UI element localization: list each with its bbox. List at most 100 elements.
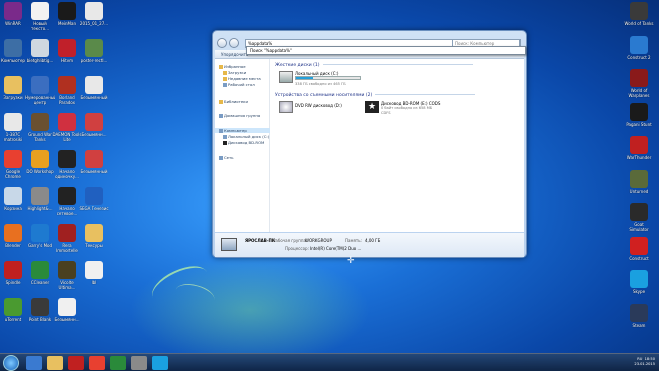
desktop-icon-right-1[interactable]: Construct 2 [624, 35, 654, 60]
desktop-icon-left-33[interactable]: Point Blank [25, 298, 55, 322]
drive-c-free: 338 ГБ свободно из 465 ГБ [295, 82, 346, 86]
desktop-icon-right-0[interactable]: World of Tanks [624, 2, 654, 26]
taskbar-app-button[interactable] [68, 356, 84, 370]
desktop-icon-right-2[interactable]: World of Warplanes [624, 69, 654, 98]
system-tray[interactable]: RU 18:50 23.01.2015 [634, 357, 655, 367]
drive-c[interactable]: Локальный диск (C:) 338 ГБ свободно из 4… [279, 71, 369, 89]
desktop-icon-left-19[interactable]: Безымянный [79, 150, 109, 174]
organize-button[interactable]: Упорядочить [221, 52, 248, 57]
desktop-icon-left-3[interactable]: 2015_01_27... [79, 2, 109, 26]
desktop-icon-right-7[interactable]: Construct [624, 236, 654, 261]
nav-homegroup[interactable]: Домашняя группа [219, 113, 260, 118]
dvd-drive-icon [279, 101, 293, 113]
app-icon [85, 2, 103, 20]
taskbar-app-button[interactable] [131, 356, 147, 370]
taskbar-app-button[interactable] [110, 356, 126, 370]
desktop-icon-left-26[interactable]: Rera Immortelle [52, 224, 82, 253]
explorer-window[interactable]: %appdata% Поиск: Компьютер Поиск "%appda… [212, 30, 527, 258]
back-button[interactable] [217, 38, 227, 48]
app-icon [85, 150, 103, 168]
desktop-icon-left-31[interactable]: lbl [79, 261, 109, 285]
nav-favorites[interactable]: Избранное [219, 64, 246, 69]
desktop-icon-left-5[interactable]: bietghlibtig... [25, 39, 55, 63]
nav-bd-drive[interactable]: Дисковод BD-ROM [223, 140, 264, 145]
nav-computer[interactable]: Компьютер [215, 128, 270, 133]
desktop-icon-left-23[interactable]: SEGA Генезис [79, 187, 109, 211]
desktop-icon-label: bietghlibtig... [26, 58, 54, 63]
desktop-icon-left-30[interactable]: Vicolte Ultima... [52, 261, 82, 290]
desktop-icon-left-2[interactable]: MeinMan [52, 2, 82, 26]
taskbar-app-button[interactable] [152, 356, 168, 370]
drive-d[interactable]: DVD RW дисковод (D:) [279, 101, 359, 115]
start-button[interactable] [3, 355, 19, 371]
desktop-icon-label: Goat Simulator [629, 222, 649, 232]
nav-local-disk[interactable]: Локальный диск (C:) [223, 134, 269, 139]
desktop-icon-left-22[interactable]: Начало сетевое... [52, 187, 82, 216]
nav-downloads[interactable]: Загрузки [223, 70, 246, 75]
desktop-icon-left-6[interactable]: Hitvm [52, 39, 82, 63]
desktop-icon-right-3[interactable]: Pagani Stunt [624, 102, 654, 127]
taskbar-app-button[interactable] [89, 356, 105, 370]
app-icon [4, 150, 22, 168]
desktop-icon-label: Тексуры [85, 243, 103, 248]
desktop-icon-left-27[interactable]: Тексуры [79, 224, 109, 248]
desktop-icon-left-24[interactable]: Blender [0, 224, 28, 248]
desktop-icon-left-28[interactable]: Spindle [0, 261, 28, 285]
taskbar-app-button[interactable] [26, 356, 42, 370]
group-removable[interactable]: Устройства со съемными носителями (2) [275, 93, 476, 98]
drive-icon [223, 135, 227, 139]
desktop-icon-left-10[interactable]: Borland Paradox [52, 76, 82, 105]
app-icon [31, 76, 49, 94]
desktop-icon-left-9[interactable]: Нумерованный центр ВКонтакте [25, 76, 55, 105]
clock-time[interactable]: 18:50 [645, 357, 655, 361]
folder-icon [223, 71, 227, 75]
desktop-icon-left-16[interactable]: Google Chrome [0, 150, 28, 179]
app-icon [31, 150, 49, 168]
desktop-icon-left-8[interactable]: Загрузки [0, 76, 28, 100]
desktop-icon-right-9[interactable]: Steam [624, 303, 654, 328]
desktop-icon-left-34[interactable]: Безымянн... [52, 298, 82, 322]
address-autocomplete[interactable]: Поиск "%appdata%" [246, 46, 526, 55]
group-hdd[interactable]: Жесткие диски (1) [275, 63, 473, 68]
desktop-icon-right-5[interactable]: Unturned [624, 169, 654, 194]
desktop-icon-left-21[interactable]: Highlight&... [25, 187, 55, 211]
desktop-icon-left-15[interactable]: Безымянн... [79, 113, 109, 137]
desktop-icon-left-25[interactable]: Garry's Mod [25, 224, 55, 248]
desktop-icon-right-4[interactable]: WarThunder [624, 136, 654, 160]
desktop-icon-left-18[interactable]: Начало одиночку... [52, 150, 82, 179]
desktop-icon-right-8[interactable]: Skype [624, 270, 654, 294]
desktop-icon-right-6[interactable]: Goat Simulator [624, 203, 654, 232]
app-icon [58, 39, 76, 57]
desktop-icon-left-13[interactable]: Ground War Tanks [25, 113, 55, 142]
desktop-icon-left-7[interactable]: poster-rectl... [79, 39, 109, 63]
drive-e[interactable]: ★ Дисковод BD-ROM (E:) CODS 0 байт свобо… [365, 101, 455, 119]
forward-button[interactable] [229, 38, 239, 48]
app-icon [31, 298, 49, 316]
desktop-icon-left-32[interactable]: uTorrent [0, 298, 28, 322]
desktop-icon-left-29[interactable]: CCleaner [25, 261, 55, 285]
desktop-icon-left-0[interactable]: WinRAR [0, 2, 28, 26]
desktop-icon-label: Hitvm [61, 58, 73, 63]
desktop-icon-left-1[interactable]: Новый тексто... [25, 2, 55, 31]
language-indicator[interactable]: RU [637, 357, 642, 361]
app-icon [85, 261, 103, 279]
desktop-icon-label: 2015_01_27... [79, 21, 109, 26]
desktop-icon-left-17[interactable]: DO Workshop [25, 150, 55, 174]
taskbar-app-button[interactable] [47, 356, 63, 370]
desktop-icon-left-12[interactable]: 1-387С matrosiki [0, 113, 28, 142]
nav-network[interactable]: Сеть [219, 155, 233, 160]
clock-date[interactable]: 23.01.2015 [634, 362, 655, 366]
memory-value: 4,00 ГБ [365, 238, 381, 243]
drive-e-fs: CDFS [381, 111, 391, 115]
desktop-icon-label: SEGA Генезис [79, 206, 109, 211]
app-icon [58, 2, 76, 20]
desktop-icon-left-14[interactable]: DAEMON Tools Lite [52, 113, 82, 142]
desktop-icon-label: Безымянн... [81, 132, 107, 137]
desktop-icon-left-4[interactable]: Компьютер [0, 39, 28, 63]
desktop-icon-left-11[interactable]: Безымянный [79, 76, 109, 100]
desktop-icon-label: Highlight&... [27, 206, 53, 211]
nav-libraries[interactable]: Библиотеки [219, 99, 248, 104]
nav-desktop[interactable]: Рабочий стол [223, 82, 255, 87]
desktop-icon-left-20[interactable]: Корзина [0, 187, 28, 211]
nav-recent[interactable]: Недавние места [223, 76, 261, 81]
